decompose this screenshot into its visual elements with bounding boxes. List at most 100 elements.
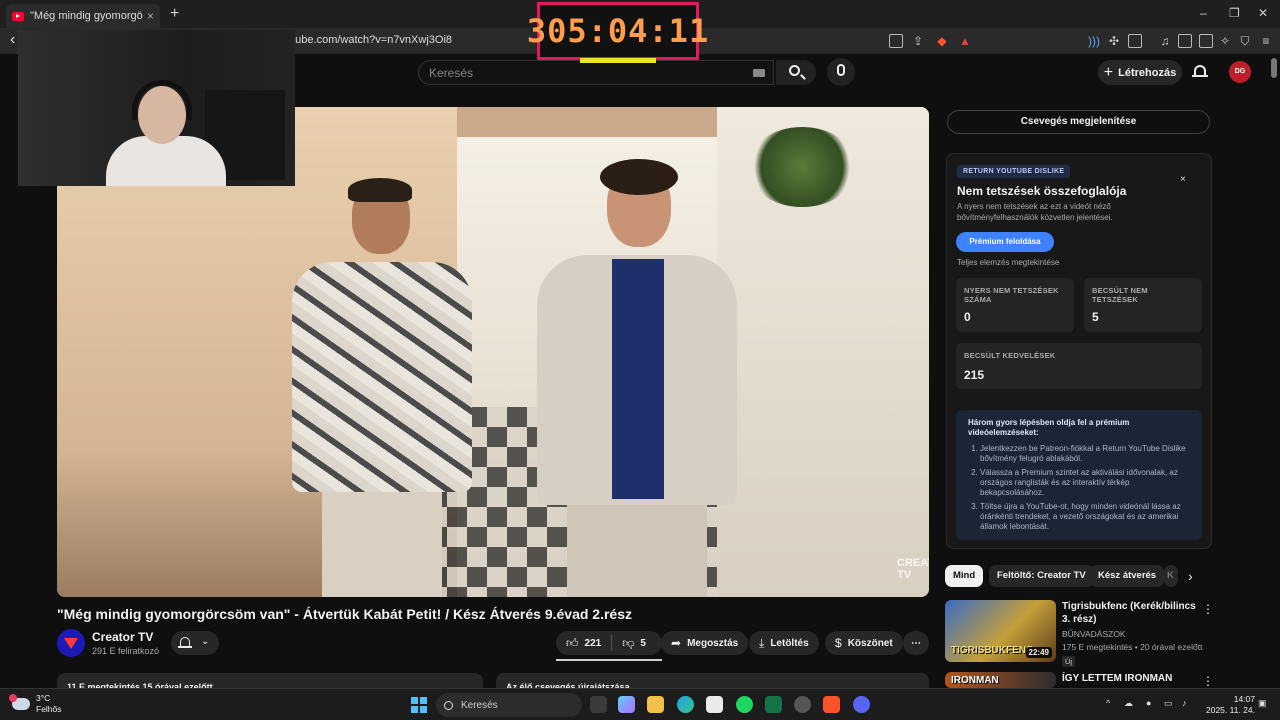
recommendation-item[interactable]: IRONMAN ÍGY LETTEM IRONMAN ⋮ (945, 672, 1220, 688)
start-button[interactable] (411, 697, 427, 713)
task-view-icon[interactable] (590, 696, 607, 713)
full-analysis-link[interactable]: Teljes elemzés megtekintése (957, 258, 1059, 267)
system-clock[interactable]: 14:07 2025. 11. 24. (1206, 694, 1255, 716)
tray-chevron-icon[interactable]: ^ (1106, 698, 1110, 708)
audio-playing-icon[interactable]: ))) (1087, 34, 1101, 48)
download-button[interactable]: ⤓ Letöltés (749, 631, 819, 655)
recommendation-thumbnail[interactable]: TIGRISBUKFENC 22:49 (945, 600, 1056, 662)
recommendation-title[interactable]: ÍGY LETTEM IRONMAN (1062, 672, 1204, 685)
clock-date: 2025. 11. 24. (1206, 705, 1255, 715)
network-icon[interactable]: ▭ (1164, 698, 1173, 709)
create-button[interactable]: + Létrehozás (1098, 60, 1182, 85)
spotify-icon[interactable] (736, 696, 753, 713)
share-button[interactable]: ➦ Megosztás (661, 631, 749, 655)
channel-name[interactable]: Creator TV (92, 630, 153, 644)
mic-tray-icon[interactable]: ● (1146, 698, 1151, 708)
download-label: Letöltés (770, 637, 809, 649)
taskbar-search[interactable]: Keresés (436, 693, 582, 717)
notifications-bell-icon[interactable] (1192, 64, 1208, 80)
thanks-button[interactable]: $ Köszönet (825, 631, 903, 655)
tab-close-button[interactable]: × (147, 9, 154, 23)
thumbs-up-icon[interactable]: 👍︎ (566, 636, 579, 651)
thanks-label: Köszönet (847, 637, 893, 649)
chip-partial[interactable]: K (1164, 565, 1178, 587)
thumbs-down-icon[interactable]: 👎︎ (622, 636, 634, 651)
microphone-icon (837, 64, 845, 76)
duration-badge: 22:49 (1025, 647, 1052, 658)
copilot-icon[interactable] (618, 696, 635, 713)
media-controls-icon[interactable]: ♫ (1158, 34, 1172, 48)
recommendation-channel[interactable]: BŰNVADÁSZOK (1062, 629, 1126, 639)
subathon-timer: 305:04:11 (527, 2, 708, 63)
bell-icon (180, 637, 190, 646)
screenshot-icon[interactable] (1128, 34, 1142, 48)
like-ratio-bar (556, 659, 662, 661)
youtube-favicon-icon (12, 11, 24, 21)
more-actions-button[interactable]: ⋯ (903, 631, 929, 655)
browser-menu-icon[interactable]: ≡ (1259, 34, 1273, 48)
recommendation-title[interactable]: Tigrisbukfenc (Kerék/bilincs 3. rész) (1062, 600, 1204, 626)
more-options-icon[interactable]: ⋮ (1202, 674, 1214, 688)
like-count[interactable]: 221 (585, 638, 602, 649)
rd-stat-estimated-likes: BECSÜLT KEDVELÉSEK 215 (956, 343, 1202, 389)
maximize-button[interactable]: ❐ (1229, 6, 1240, 20)
chip-kesz-atveres[interactable]: Kész átverés (1090, 565, 1165, 587)
subscribed-notifications-button[interactable]: ⌄ (171, 631, 219, 655)
edge-icon[interactable] (677, 696, 694, 713)
notification-center-icon[interactable]: ▣ (1258, 698, 1267, 709)
browser-tab[interactable]: "Még mindig gyomorgörcsöm v × (6, 4, 160, 28)
rd-badge: RETURN YOUTUBE DISLIKE (957, 165, 1071, 178)
extensions-icon[interactable]: ✣ (1107, 34, 1121, 48)
channel-avatar[interactable] (57, 629, 85, 657)
weather-widget[interactable]: 3°C Felhős (9, 693, 62, 715)
sidebar-toggle-icon[interactable] (1178, 34, 1192, 48)
close-window-button[interactable]: ✕ (1258, 6, 1268, 20)
recommendation-meta: 175 E megtekintés • 20 órával ezelőtt (1062, 642, 1203, 652)
chevron-right-icon[interactable]: › (1188, 568, 1193, 584)
url-field[interactable]: utube.com/watch?v=n7vnXwj3Oi8 (286, 34, 452, 46)
store-icon[interactable] (706, 696, 723, 713)
recommendation-item[interactable]: TIGRISBUKFENC 22:49 Tigrisbukfenc (Kerék… (945, 600, 1220, 668)
webcam-overlay (18, 30, 295, 186)
account-avatar[interactable]: DG (1229, 61, 1251, 83)
chip-uploader[interactable]: Feltöltő: Creator TV (989, 565, 1094, 587)
taskbar-search-label: Keresés (461, 699, 498, 711)
steam-icon[interactable] (794, 696, 811, 713)
more-options-icon[interactable]: ⋮ (1202, 602, 1214, 616)
rd-subtitle: A nyers nem tetszések az ezt a videót né… (957, 202, 1113, 222)
search-button[interactable] (776, 60, 816, 85)
brave-shields-icon[interactable]: ◆ (935, 34, 949, 48)
vpn-shield-icon[interactable]: ⛉ (1238, 34, 1252, 48)
excel-icon[interactable] (765, 696, 782, 713)
new-badge: Új (1062, 656, 1076, 667)
search-icon (444, 700, 453, 710)
wallet-icon[interactable] (1199, 34, 1213, 48)
voice-search-button[interactable] (827, 58, 855, 86)
volume-icon[interactable]: ♪ (1182, 698, 1187, 708)
show-chat-button[interactable]: Csevegés megjelenítése (947, 110, 1210, 134)
rd-close-icon[interactable]: × (1180, 174, 1186, 185)
cast-icon[interactable] (889, 34, 903, 48)
search-input[interactable]: Keresés (418, 60, 774, 85)
brave-taskbar-icon[interactable] (823, 696, 840, 713)
minimize-button[interactable]: – (1200, 6, 1207, 20)
onedrive-icon[interactable]: ☁ (1124, 698, 1133, 709)
recommendation-thumbnail[interactable]: IRONMAN (945, 672, 1056, 688)
share-arrow-icon: ➦ (671, 636, 682, 650)
like-dislike-group: 👍︎ 221 👎︎ 5 (556, 631, 662, 655)
dislike-count[interactable]: 5 (640, 638, 646, 649)
channel-watermark: CREATOR TV (897, 557, 929, 581)
back-arrow-icon[interactable]: ‹ (10, 31, 15, 49)
keyboard-icon[interactable] (753, 69, 765, 77)
brave-rewards-icon[interactable]: ▲ (958, 34, 972, 48)
page-scrollbar[interactable] (1271, 58, 1277, 78)
unlock-premium-button[interactable]: Prémium feloldása (956, 232, 1054, 252)
chip-all[interactable]: Mind (945, 565, 984, 587)
file-explorer-icon[interactable] (647, 696, 664, 713)
video-title: "Még mindig gyomorgörcsöm van" - Átvertü… (57, 606, 632, 622)
discord-icon[interactable] (853, 696, 870, 713)
leo-ai-icon[interactable]: ✧ (1218, 34, 1232, 48)
share-page-icon[interactable]: ⇪ (911, 34, 925, 48)
new-tab-button[interactable]: + (170, 5, 179, 23)
windows-taskbar: 3°C Felhős Keresés ^ ☁ ● ▭ ♪ 14:07 2025.… (0, 688, 1280, 720)
